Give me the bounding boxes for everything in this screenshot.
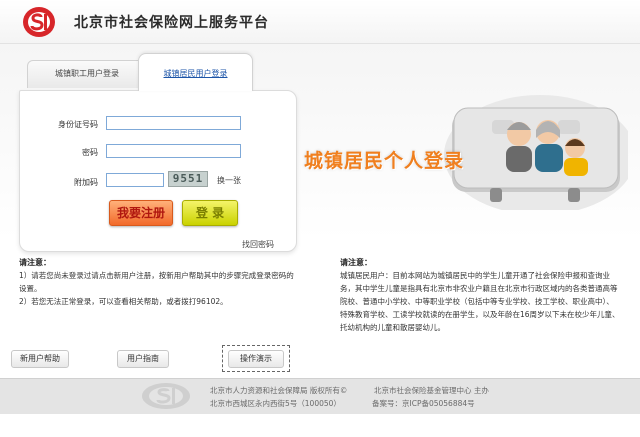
new-user-help-button[interactable]: 新用户帮助: [11, 350, 69, 368]
family-illustration-icon: [440, 80, 636, 215]
captcha-input[interactable]: [106, 173, 164, 187]
captcha-label: 附加码: [74, 178, 98, 187]
notice-right-line: 托幼机构的儿童和散居婴幼儿。: [340, 323, 445, 332]
login-button[interactable]: 登 录: [182, 200, 238, 226]
register-button[interactable]: 我要注册: [109, 200, 173, 226]
footer-organizer: 北京市社会保险基金管理中心 主办: [374, 386, 489, 395]
tab-employee-login[interactable]: 城镇职工用户登录: [27, 60, 147, 88]
promo-title: 城镇居民个人登录: [304, 150, 465, 172]
tab-resident-login[interactable]: 城镇居民用户登录: [138, 53, 253, 91]
notice-left-line: 2）若您无法正常登录，可以查看相关帮助，或者拨打96102。: [19, 297, 228, 306]
refresh-captcha-link[interactable]: 换一张: [217, 175, 241, 186]
footer-si-logo-icon: [140, 381, 192, 411]
notice-right-line: 务，其中学生儿童是指具有北京市非农业户籍且在北京市行政区域内的各类普通高等: [340, 284, 618, 293]
password-label: 密码: [82, 148, 98, 157]
notice-right-line: 院校、普通中小学校、中等职业学校（包括中等专业学校、技工学校、职业高中）、: [340, 297, 614, 306]
site-title: 北京市社会保险网上服务平台: [74, 15, 269, 31]
login-form-panel: [19, 90, 297, 252]
id-number-label: 身份证号码: [58, 120, 98, 129]
demo-button[interactable]: 操作演示: [228, 350, 284, 368]
captcha-image: 9551: [168, 171, 208, 187]
forgot-password-link[interactable]: 找回密码: [242, 239, 274, 250]
footer-copyright: 北京市人力资源和社会保障局 版权所有©: [210, 386, 348, 395]
id-number-input[interactable]: [106, 116, 241, 130]
si-logo-icon: [22, 6, 56, 38]
notice-left-line: 设置。: [19, 284, 42, 293]
user-guide-button[interactable]: 用户指南: [117, 350, 169, 368]
footer-icp: 备案号：京ICP备05056884号: [372, 399, 475, 408]
footer-address: 北京市西城区永内西街5号（100050）: [210, 399, 341, 408]
notice-left-line: 1）请若您尚未登录过请点击新用户注册，按新用户帮助其中的步骤完成登录密码的: [19, 271, 294, 280]
password-input[interactable]: [106, 144, 241, 158]
notice-right-line: 特殊教育学校、工读学校就读的在册学生，以及年龄在16周岁以下未在校少年儿童、: [340, 310, 620, 319]
notice-left-title: 请注意：: [19, 258, 51, 267]
notice-right-title: 请注意：: [340, 258, 372, 267]
notice-right-line: 城镇居民用户：目前本网站为城镇居民中的学生儿童开通了社会保险申报和查询业: [340, 271, 610, 280]
